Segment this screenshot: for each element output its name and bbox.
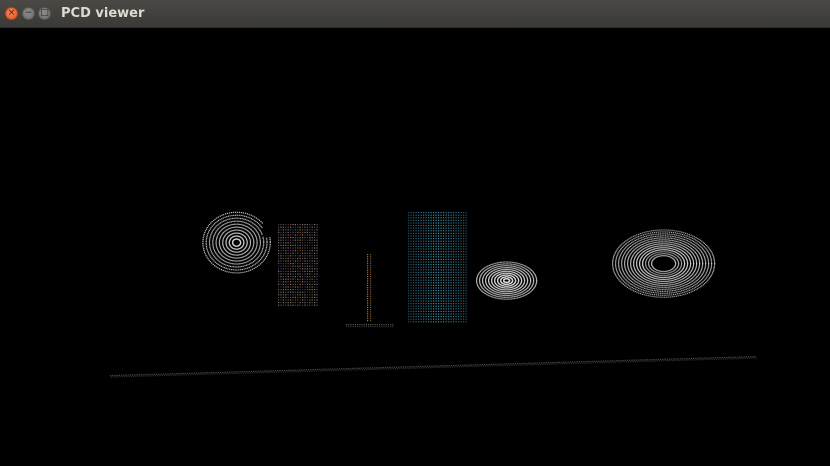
bowl-object-points: [202, 211, 271, 274]
lid-object-points: [476, 261, 538, 300]
pcd-viewer-window: × − □ PCD viewer: [0, 0, 830, 466]
maximize-icon: □: [40, 8, 49, 18]
close-icon: ×: [7, 8, 16, 18]
stick-object-points: [346, 254, 394, 328]
close-button[interactable]: ×: [5, 7, 18, 20]
point-cloud-canvas[interactable]: [0, 28, 830, 466]
cylinder-object-points: [278, 224, 318, 306]
title-bar[interactable]: × − □ PCD viewer: [0, 0, 830, 28]
minimize-button[interactable]: −: [22, 7, 35, 20]
window-title: PCD viewer: [61, 6, 145, 21]
can-object-points: [408, 212, 467, 323]
maximize-button[interactable]: □: [38, 7, 51, 20]
minimize-icon: −: [24, 8, 33, 18]
ring-object-points: [612, 229, 716, 298]
point-cloud-viewport[interactable]: [0, 28, 830, 466]
ground-plane-points: [110, 356, 757, 378]
